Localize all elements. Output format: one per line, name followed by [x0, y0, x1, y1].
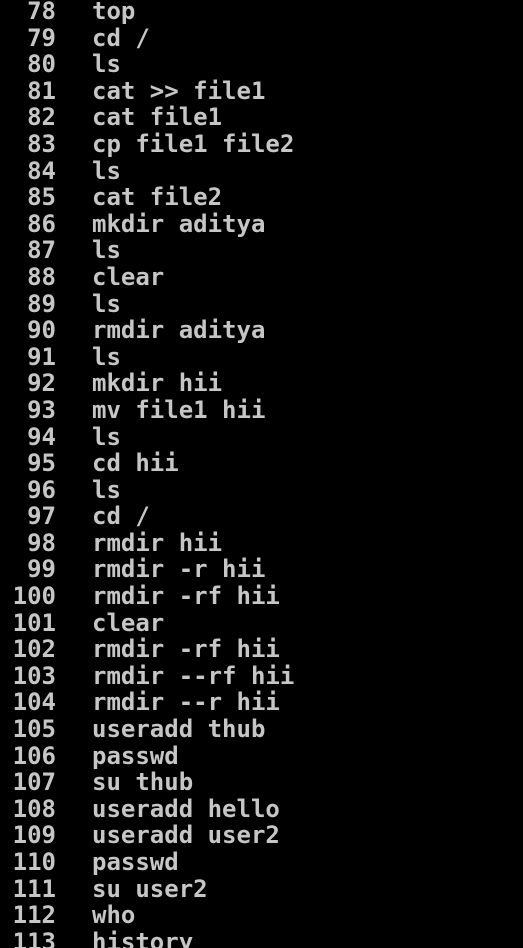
history-command: who: [92, 901, 136, 930]
history-number: 109: [12, 821, 56, 850]
history-command: useradd hello: [92, 794, 280, 823]
history-command: cat file2: [92, 183, 223, 212]
history-number: 110: [12, 848, 56, 876]
history-command: cd /: [92, 23, 150, 52]
history-command: top: [92, 0, 136, 25]
history-number: 91: [27, 342, 56, 371]
history-number: 78: [27, 0, 56, 25]
history-command: useradd user2: [92, 821, 280, 850]
history-command: ls: [92, 289, 121, 318]
history-command: useradd thub: [92, 715, 266, 744]
history-command: ls: [92, 236, 121, 265]
history-number: 111: [12, 874, 56, 903]
history-number: 104: [12, 688, 56, 717]
history-number: 79: [27, 23, 56, 52]
history-command: clear: [92, 608, 165, 637]
history-command: rmdir --r hii: [92, 688, 280, 717]
history-number: 107: [12, 768, 56, 797]
history-command: cd hii: [92, 449, 179, 478]
history-command: rmdir -rf hii: [92, 635, 280, 664]
history-command: passwd: [92, 848, 179, 876]
history-number: 99: [27, 555, 56, 584]
history-number: 89: [27, 289, 56, 318]
history-command: ls: [92, 342, 121, 371]
history-number: 94: [27, 422, 56, 451]
history-number: 83: [27, 129, 56, 158]
history-command: rmdir -r hii: [92, 555, 266, 584]
history-command: su user2: [92, 874, 208, 903]
history-number: 82: [27, 103, 56, 132]
history-command: mv file1 hii: [92, 395, 266, 424]
history-command: rmdir aditya: [92, 316, 266, 345]
history-number: 87: [27, 236, 56, 265]
history-command: mkdir hii: [92, 369, 223, 398]
history-command: cat >> file1: [92, 76, 266, 105]
history-command: history: [92, 927, 194, 948]
history-command: rmdir hii: [92, 528, 223, 557]
history-command: su thub: [92, 768, 194, 797]
history-number: 96: [27, 475, 56, 504]
history-number: 93: [27, 395, 56, 424]
history-command: mkdir aditya: [92, 209, 266, 238]
history-command: ls: [92, 475, 121, 504]
history-number: 101: [12, 608, 56, 637]
history-command: cd /: [92, 502, 150, 531]
history-command: cat file1: [92, 103, 223, 132]
history-number: 92: [27, 369, 56, 398]
history-number: 112: [12, 901, 56, 930]
history-number: 86: [27, 209, 56, 238]
history-number: 103: [12, 661, 56, 690]
history-number: 105: [12, 715, 56, 744]
history-number: 106: [12, 741, 56, 770]
history-command: ls: [92, 156, 121, 185]
history-number: 80: [27, 50, 56, 79]
history-command: rmdir -rf hii: [92, 582, 280, 611]
history-command: ls: [92, 50, 121, 79]
history-number: 81: [27, 76, 56, 105]
history-number: 85: [27, 183, 56, 212]
history-command: clear: [92, 262, 165, 291]
history-number: 102: [12, 635, 56, 664]
history-command: passwd: [92, 741, 179, 770]
history-command: ls: [92, 422, 121, 451]
history-number: 90: [27, 316, 56, 345]
history-number: 113: [12, 927, 56, 948]
history-number: 84: [27, 156, 56, 185]
history-number: 97: [27, 502, 56, 531]
history-command: cp file1 file2: [92, 129, 295, 158]
history-number: 108: [12, 794, 56, 823]
history-number: 100: [12, 582, 56, 611]
terminal-window[interactable]: 78 top 79 cd / 80 ls 81 cat >> file1 82 cat file1…: [0, 0, 523, 948]
history-number: 98: [27, 528, 56, 557]
history-command: rmdir --rf hii: [92, 661, 295, 690]
history-number: 88: [27, 262, 56, 291]
history-number: 95: [27, 449, 56, 478]
